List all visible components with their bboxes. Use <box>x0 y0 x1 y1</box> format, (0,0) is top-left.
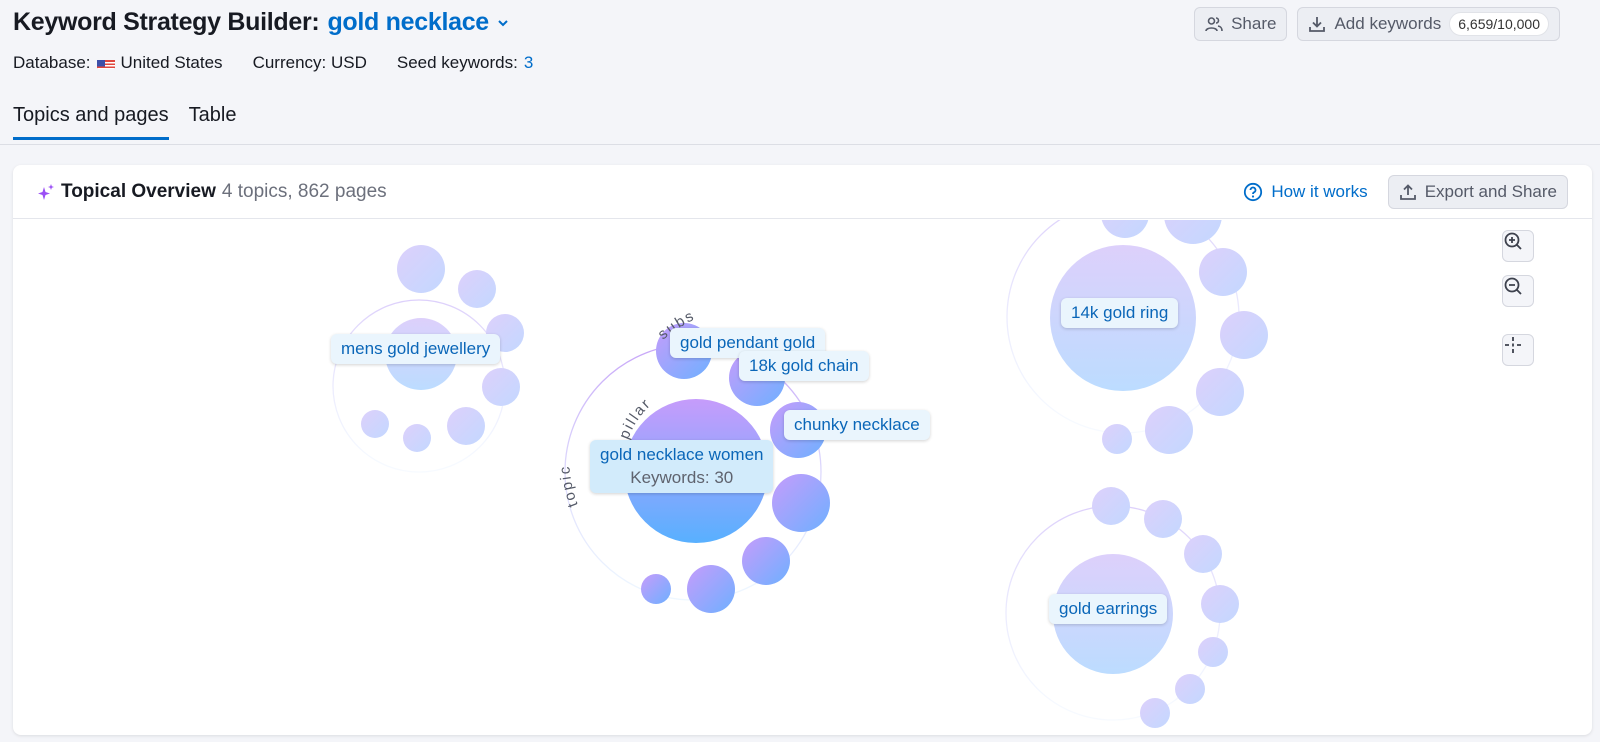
seed-keywords-info: Seed keywords: 3 <box>397 53 533 73</box>
database-info: Database: United States <box>13 53 223 73</box>
topic-name: gold necklace women <box>600 445 764 464</box>
upload-icon <box>1399 183 1416 200</box>
us-flag-icon <box>96 57 115 69</box>
zoom-in-button[interactable] <box>1502 230 1534 262</box>
sparkle-icon <box>38 183 54 200</box>
recenter-icon <box>1505 337 1521 353</box>
subtopic-label-chunky-necklace[interactable]: chunky necklace <box>784 410 930 440</box>
database-label: Database: <box>13 53 91 72</box>
topical-overview-card: Topical Overview 4 topics, 862 pages How… <box>13 165 1592 735</box>
card-summary: 4 topics, 862 pages <box>221 180 387 202</box>
export-label: Export and Share <box>1424 181 1557 201</box>
share-label: Share <box>1231 14 1277 33</box>
add-keywords-button[interactable]: Add keywords 6,659/10,000 <box>1297 7 1560 41</box>
topic-graph-svg: topic pillar subs <box>332 220 1268 728</box>
tab-bar: Topics and pages Table <box>13 104 236 140</box>
recenter-button[interactable] <box>1502 334 1534 366</box>
keywords-count: Keywords: 30 <box>630 468 734 487</box>
topic-graph-canvas[interactable]: topic pillar subs mens gold jewellery go… <box>13 220 1592 735</box>
seed-selector[interactable]: gold necklace <box>327 8 508 37</box>
chevron-down-icon <box>498 19 508 26</box>
download-icon <box>1309 17 1326 32</box>
topic-cluster-14k-gold-ring[interactable] <box>1006 220 1268 454</box>
arc-label-topic: topic <box>556 464 581 509</box>
subtopic-label-18k-gold-chain[interactable]: 18k gold chain <box>739 351 869 381</box>
tab-table[interactable]: Table <box>189 104 237 140</box>
zoom-in-icon <box>1504 232 1522 250</box>
help-icon <box>1244 182 1263 201</box>
topic-label-gold-necklace-women[interactable]: gold necklace women Keywords: 30 <box>590 440 774 493</box>
zoom-out-icon <box>1504 277 1522 295</box>
tab-topics-and-pages[interactable]: Topics and pages <box>13 104 169 140</box>
meta-row: Database: United States Currency: USD Se… <box>13 53 533 73</box>
currency-info: Currency: USD <box>252 53 367 72</box>
topic-label-14k-gold-ring[interactable]: 14k gold ring <box>1061 298 1179 328</box>
export-and-share-button[interactable]: Export and Share <box>1387 174 1568 209</box>
share-button[interactable]: Share <box>1194 7 1288 41</box>
card-title: Topical Overview <box>61 180 216 202</box>
keyword-quota-badge: 6,659/10,000 <box>1449 12 1549 36</box>
seed-title: gold necklace <box>327 8 489 36</box>
seed-keywords-count-link[interactable]: 3 <box>524 53 533 73</box>
how-it-works-link[interactable]: How it works <box>1243 181 1368 202</box>
database-value: United States <box>120 53 223 72</box>
card-header: Topical Overview 4 topics, 862 pages How… <box>13 165 1592 219</box>
how-it-works-label: How it works <box>1271 181 1368 201</box>
tabs-divider <box>0 144 1600 145</box>
add-keywords-label: Add keywords <box>1334 14 1442 33</box>
seed-keywords-label: Seed keywords: <box>396 53 518 72</box>
topic-label-mens-gold-jewellery[interactable]: mens gold jewellery <box>331 334 501 364</box>
title-prefix: Keyword Strategy Builder: <box>13 8 320 36</box>
topic-label-gold-earrings[interactable]: gold earrings <box>1049 594 1168 624</box>
top-actions: Share Add keywords 6,659/10,000 <box>1194 7 1560 41</box>
users-icon <box>1205 17 1223 32</box>
zoom-out-button[interactable] <box>1502 275 1534 307</box>
page-title: Keyword Strategy Builder: gold necklace <box>13 8 509 37</box>
